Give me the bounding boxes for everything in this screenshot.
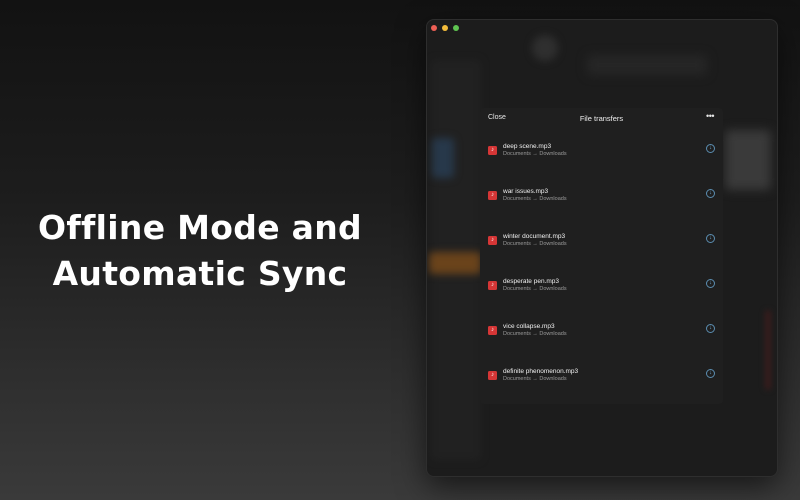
blurred-header [587,55,707,75]
hero-headline: Offline Mode and Automatic Sync [0,205,400,297]
file-path: Documents → Downloads [503,241,567,247]
file-row[interactable]: ♪ desperate pen.mp3 Documents → Download… [480,278,723,325]
blurred-red-mark [765,310,771,390]
file-name: definite phenomenon.mp3 [503,368,579,375]
file-name: vice collapse.mp3 [503,323,555,330]
more-options-icon[interactable]: ••• [706,112,714,121]
file-path: Documents → Downloads [503,196,567,202]
file-path: Documents → Downloads [503,376,567,382]
file-name: war issues.mp3 [503,188,549,195]
audio-file-icon: ♪ [488,191,497,200]
download-icon[interactable]: ↓ [706,369,715,378]
minimize-window-button[interactable] [442,25,448,31]
zoom-window-button[interactable] [453,25,459,31]
download-icon[interactable]: ↓ [706,324,715,333]
panel-header: Close File transfers ••• [480,108,723,126]
file-row[interactable]: ♪ deep scene.mp3 Documents → Downloads ↓ [480,143,723,190]
audio-file-icon: ♪ [488,236,497,245]
file-row[interactable]: ♪ vice collapse.mp3 Documents → Download… [480,323,723,370]
file-path: Documents → Downloads [503,331,567,337]
hero-line-1: Offline Mode and [38,208,362,247]
audio-file-icon: ♪ [488,146,497,155]
hero-line-2: Automatic Sync [52,254,348,293]
app-window: Close File transfers ••• ♪ deep scene.mp… [427,20,777,476]
download-icon[interactable]: ↓ [706,234,715,243]
file-row[interactable]: ♪ definite phenomenon.mp3 Documents → Do… [480,368,723,415]
blurred-orange-item [429,252,481,274]
file-transfers-panel: Close File transfers ••• ♪ deep scene.mp… [480,108,723,404]
file-path: Documents → Downloads [503,151,567,157]
download-icon[interactable]: ↓ [706,189,715,198]
file-name: winter document.mp3 [503,233,566,240]
file-name: deep scene.mp3 [503,143,552,150]
blurred-thumbnail [725,130,771,190]
download-icon[interactable]: ↓ [706,144,715,153]
blurred-blue-card [432,138,454,178]
window-controls [431,25,459,31]
file-row[interactable]: ♪ winter document.mp3 Documents → Downlo… [480,233,723,280]
audio-file-icon: ♪ [488,326,497,335]
audio-file-icon: ♪ [488,281,497,290]
blurred-avatar [532,35,558,61]
panel-title: File transfers [579,114,624,123]
file-list: ♪ deep scene.mp3 Documents → Downloads ↓… [480,143,723,415]
file-row[interactable]: ♪ war issues.mp3 Documents → Downloads ↓ [480,188,723,235]
file-path: Documents → Downloads [503,286,567,292]
download-icon[interactable]: ↓ [706,279,715,288]
close-window-button[interactable] [431,25,437,31]
audio-file-icon: ♪ [488,371,497,380]
file-name: desperate pen.mp3 [503,278,560,285]
